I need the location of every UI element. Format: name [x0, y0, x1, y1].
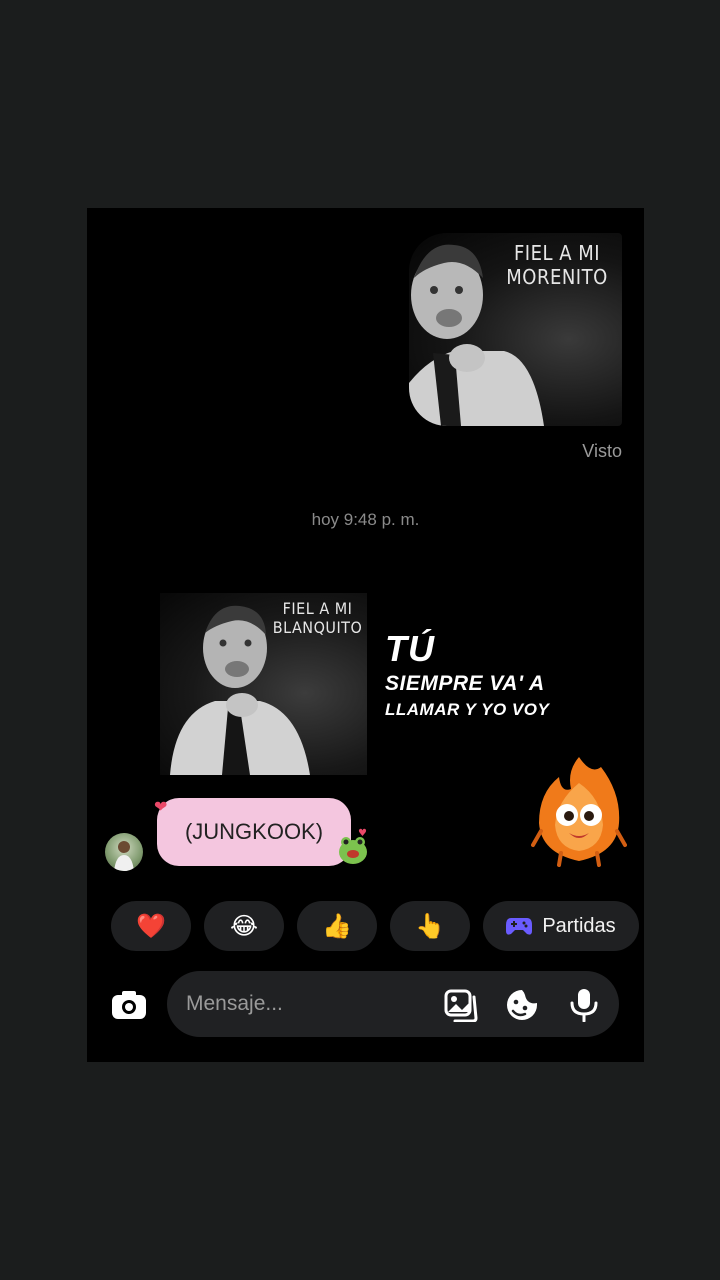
sticker-icon[interactable] [505, 988, 541, 1022]
person-avatar-icon [114, 841, 134, 871]
sender-avatar[interactable] [105, 833, 143, 871]
pointing-finger-icon: 👆 [415, 912, 445, 940]
received-message-text: (JUNGKOOK) [184, 819, 324, 844]
laughing-crying-face-icon: 😂 [229, 912, 259, 940]
quick-reactions-bar: ❤️ 😂 👍 👆 Partidas [111, 901, 644, 953]
microphone-icon[interactable] [569, 988, 599, 1022]
gallery-icon[interactable] [443, 988, 479, 1022]
overlay-text-line-2: SIEMPRE VA' A [385, 672, 545, 695]
sent-meme-caption: FIEL A MI MORENITO [506, 241, 608, 289]
sent-meme-image[interactable]: FIEL A MI MORENITO [409, 233, 622, 426]
games-label: Partidas [542, 914, 616, 937]
frog-sticker-icon: ♥ [339, 828, 367, 864]
react-laugh-button[interactable]: 😂 [204, 901, 284, 951]
chat-screen: FIEL A MI MORENITO Visto hoy 9:48 p. m. … [87, 208, 644, 1062]
message-composer[interactable]: Mensaje... [167, 971, 619, 1037]
message-timestamp: hoy 9:48 p. m. [311, 510, 420, 529]
react-pointing-button[interactable]: 👆 [390, 901, 470, 951]
heart-icon: ❤️ [136, 912, 166, 940]
games-button[interactable]: Partidas [483, 901, 639, 951]
overlay-text-line-3: LLAMAR Y YO VOY [385, 700, 550, 719]
seen-status: Visto [582, 441, 622, 461]
gamepad-icon [506, 918, 533, 935]
react-heart-button[interactable]: ❤️ [111, 901, 191, 951]
heart-reaction-icon: ❤ [154, 799, 168, 816]
received-meme-image[interactable]: FIEL A MI BLANQUITO [160, 593, 367, 775]
received-message-bubble[interactable]: (JUNGKOOK) [157, 798, 351, 866]
react-thumbs-up-button[interactable]: 👍 [297, 901, 377, 951]
overlay-text-line-1: TÚ [385, 628, 435, 669]
camera-icon [112, 991, 146, 1019]
received-meme-caption: FIEL A MI BLANQUITO [272, 599, 363, 638]
fire-character-sticker [531, 757, 627, 867]
thumbs-up-icon: 👍 [322, 912, 352, 940]
message-input[interactable]: Mensaje... [186, 971, 283, 1037]
camera-button[interactable] [110, 986, 148, 1024]
